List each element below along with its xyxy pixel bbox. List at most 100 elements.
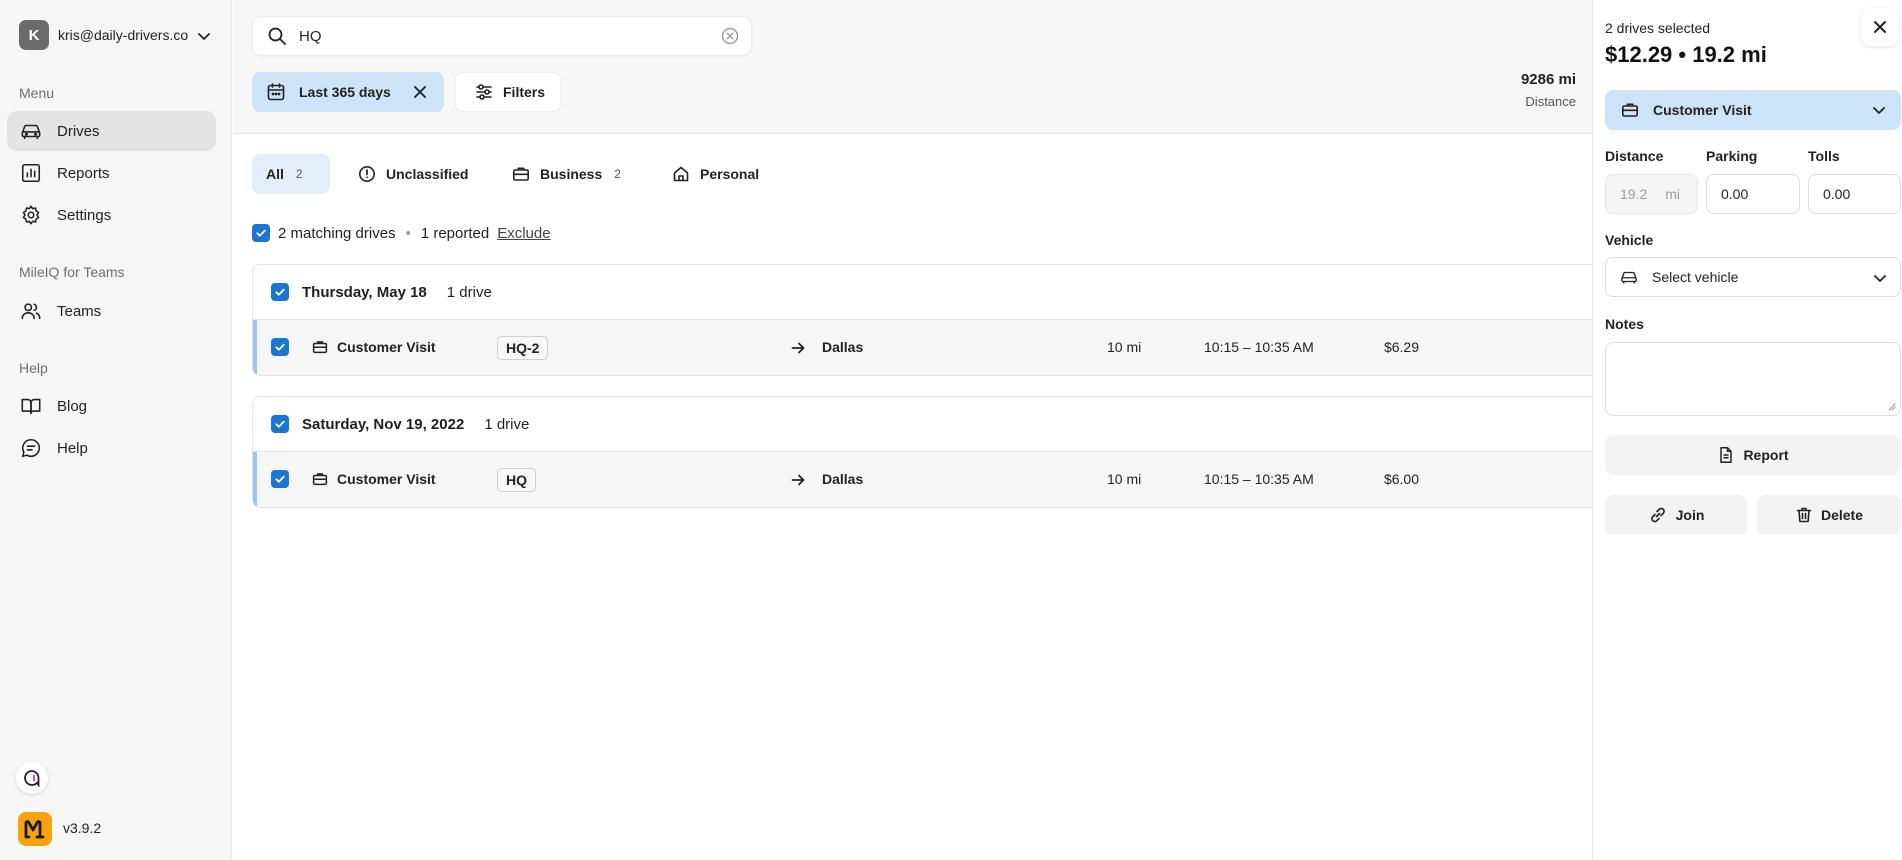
- resize-handle-icon[interactable]: [1886, 401, 1896, 411]
- delete-label: Delete: [1820, 507, 1864, 523]
- clear-search-icon[interactable]: [721, 27, 739, 45]
- vehicle-select[interactable]: Select vehicle: [1605, 257, 1901, 297]
- parking-field[interactable]: 0.00: [1706, 174, 1800, 214]
- briefcase-icon: [512, 165, 530, 183]
- chevron-down-icon: [1872, 270, 1888, 286]
- link-icon: [1648, 505, 1668, 525]
- sidebar-item-teams[interactable]: Teams: [7, 291, 216, 331]
- day-checkbox[interactable]: [271, 415, 289, 433]
- day-checkbox[interactable]: [271, 283, 289, 301]
- day-date: Thursday, May 18: [302, 283, 427, 301]
- tab-unclassified[interactable]: Unclassified: [344, 154, 482, 194]
- category-select[interactable]: Customer Visit: [1605, 90, 1901, 130]
- close-panel-button[interactable]: [1861, 8, 1899, 46]
- day-drive-count: 1 drive: [446, 283, 492, 301]
- sidebar-item-label: Reports: [57, 164, 110, 182]
- menu-heading: Menu: [19, 85, 55, 101]
- book-icon: [20, 395, 42, 417]
- sidebar-item-label: Help: [57, 439, 88, 457]
- matching-count: 2 matching drives: [278, 224, 396, 242]
- search-icon: [267, 26, 287, 46]
- teams-heading: MileIQ for Teams: [19, 264, 125, 280]
- day-group: Thursday, May 18 1 drive Customer Visit …: [252, 264, 1592, 376]
- tab-business[interactable]: Business 2: [498, 154, 635, 194]
- sidebar-item-label: Settings: [57, 206, 112, 224]
- car-icon: [1620, 268, 1638, 286]
- separator-dot: •: [405, 224, 411, 242]
- briefcase-icon: [312, 471, 328, 487]
- sidebar-item-reports[interactable]: Reports: [7, 153, 216, 193]
- check-icon: [275, 420, 285, 428]
- sidebar-item-drives[interactable]: Drives: [7, 111, 216, 151]
- drive-checkbox[interactable]: [271, 338, 289, 356]
- exclude-link[interactable]: Exclude: [497, 225, 550, 242]
- report-button[interactable]: Report: [1605, 435, 1901, 475]
- account-switcher[interactable]: K kris@daily-drivers.co...: [19, 20, 188, 50]
- drive-checkbox[interactable]: [271, 470, 289, 488]
- drive-row[interactable]: Customer Visit HQ Dallas 10 mi 10:15 – 1…: [253, 452, 1592, 507]
- tab-personal[interactable]: Personal: [658, 154, 773, 194]
- drive-row[interactable]: Customer Visit HQ-2 Dallas 10 mi 10:15 –…: [253, 320, 1592, 375]
- search-input[interactable]: [299, 27, 699, 45]
- sidebar-item-label: Blog: [57, 397, 88, 415]
- distance-value: 19.2: [1620, 186, 1648, 202]
- document-icon: [1717, 446, 1735, 464]
- notes-textarea[interactable]: [1605, 342, 1901, 416]
- drive-destination: Dallas: [822, 471, 864, 487]
- drive-details-panel: 2 drives selected $12.29 • 19.2 mi Custo…: [1592, 0, 1902, 860]
- mileiq-logo: [18, 812, 52, 846]
- select-all-checkbox[interactable]: [252, 224, 270, 242]
- day-drive-count: 1 drive: [484, 415, 530, 433]
- home-icon: [672, 165, 690, 183]
- drive-time: 10:15 – 10:35 AM: [1204, 339, 1314, 355]
- chevron-down-icon: [1871, 102, 1887, 118]
- distance-unit: mi: [1665, 186, 1681, 202]
- drive-distance: 10 mi: [1107, 471, 1142, 487]
- tolls-field[interactable]: 0.00: [1808, 174, 1901, 214]
- join-button[interactable]: Join: [1605, 495, 1747, 535]
- delete-button[interactable]: Delete: [1757, 495, 1901, 535]
- selected-count: 2 drives selected: [1605, 20, 1711, 36]
- date-range-filter[interactable]: Last 365 days: [252, 72, 444, 112]
- drive-time: 10:15 – 10:35 AM: [1204, 471, 1314, 487]
- chart-icon: [20, 162, 42, 184]
- reported-count: 1 reported: [420, 224, 490, 242]
- avatar: K: [19, 20, 49, 50]
- selected-total: $12.29 • 19.2 mi: [1605, 42, 1767, 67]
- sidebar-item-settings[interactable]: Settings: [7, 195, 216, 235]
- sidebar-item-blog[interactable]: Blog: [7, 386, 216, 426]
- check-icon: [275, 343, 285, 351]
- calendar-icon: [266, 82, 286, 102]
- help-heading: Help: [19, 360, 48, 376]
- people-icon: [20, 300, 42, 322]
- drive-destination: Dallas: [822, 339, 864, 355]
- tab-all[interactable]: All 2: [252, 154, 330, 194]
- arrow-right-icon: [790, 340, 806, 356]
- chat-bubble-icon: [23, 769, 41, 787]
- check-icon: [275, 475, 285, 483]
- chat-icon: [20, 437, 42, 459]
- day-group-header: Thursday, May 18 1 drive: [253, 265, 1592, 320]
- drive-amount: $6.29: [1383, 339, 1419, 355]
- tab-label: Business: [540, 166, 603, 182]
- support-chat-button[interactable]: [16, 762, 48, 794]
- drive-category: Customer Visit: [337, 339, 436, 355]
- filters-button[interactable]: Filters: [455, 72, 561, 112]
- vehicle-label: Vehicle: [1605, 232, 1654, 248]
- day-group: Saturday, Nov 19, 2022 1 drive Customer …: [252, 396, 1592, 508]
- close-icon[interactable]: [412, 84, 428, 100]
- tolls-label: Tolls: [1808, 148, 1840, 164]
- sidebar-item-help[interactable]: Help: [7, 428, 216, 468]
- date-range-label: Last 365 days: [299, 84, 391, 100]
- distance-field: 19.2 mi: [1605, 174, 1698, 214]
- arrow-right-icon: [790, 472, 806, 488]
- car-icon: [20, 120, 42, 142]
- gear-icon: [20, 204, 42, 226]
- drive-distance: 10 mi: [1107, 339, 1142, 355]
- vehicle-placeholder: Select vehicle: [1652, 269, 1739, 285]
- app-version: v3.9.2: [63, 820, 102, 836]
- search-bar[interactable]: [252, 16, 752, 56]
- parking-value: 0.00: [1721, 186, 1749, 202]
- chevron-down-icon[interactable]: [197, 29, 211, 43]
- briefcase-icon: [312, 339, 328, 355]
